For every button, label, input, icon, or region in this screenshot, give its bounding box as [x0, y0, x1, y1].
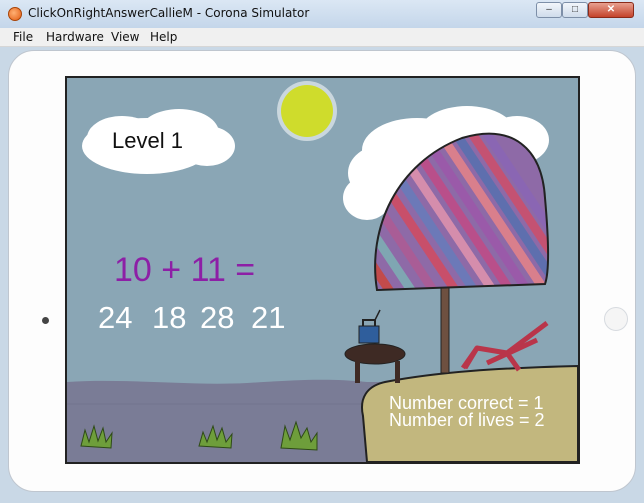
menu-help[interactable]: Help [150, 30, 177, 44]
math-question: 10 + 11 = [114, 251, 256, 289]
close-button[interactable]: ✕ [588, 2, 634, 18]
number-of-lives-text: Number of lives = 2 [389, 410, 545, 430]
game-screen[interactable]: Level 1 10 + 11 = 24 18 28 21 Number cor… [65, 76, 580, 464]
menu-file[interactable]: File [13, 30, 33, 44]
home-button[interactable] [604, 307, 628, 331]
answer-option-2[interactable]: 18 [152, 300, 186, 336]
window-titlebar[interactable]: ClickOnRightAnswerCallieM - Corona Simul… [0, 0, 644, 29]
menu-view[interactable]: View [111, 30, 139, 44]
minimize-button[interactable]: – [536, 2, 562, 18]
sun-icon [277, 81, 337, 141]
menu-hardware[interactable]: Hardware [46, 30, 104, 44]
camera-icon [42, 317, 49, 324]
maximize-button[interactable]: □ [562, 2, 588, 18]
umbrella-pole [440, 282, 450, 374]
answer-option-4[interactable]: 21 [251, 300, 285, 336]
window-bottom-strip [0, 494, 644, 503]
answer-option-1[interactable]: 24 [98, 300, 132, 336]
answer-option-3[interactable]: 28 [200, 300, 234, 336]
corona-app-icon[interactable] [8, 7, 22, 21]
level-label: Level 1 [112, 128, 183, 153]
window-title: ClickOnRightAnswerCallieM - Corona Simul… [28, 6, 310, 20]
menu-bar: File Hardware View Help [0, 28, 644, 47]
